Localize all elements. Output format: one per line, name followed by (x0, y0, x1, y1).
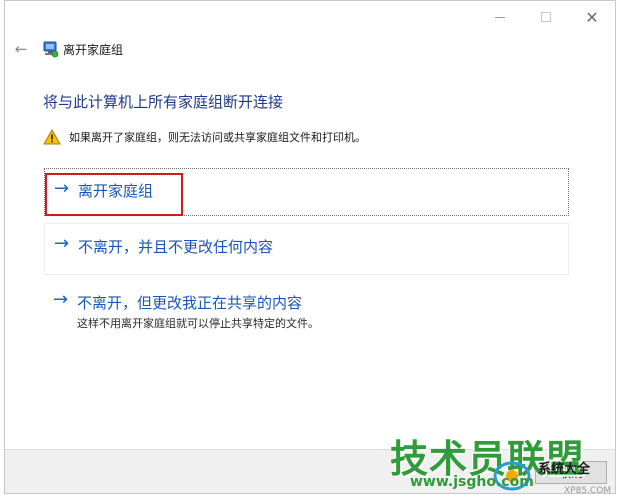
maximize-icon (541, 12, 551, 22)
close-button[interactable]: ✕ (569, 1, 615, 33)
change-sharing-link[interactable]: → 不离开，但更改我正在共享的内容 这样不用离开家庭组就可以停止共享特定的文件。 (44, 283, 569, 333)
homegroup-icon (43, 41, 59, 58)
maximize-button[interactable] (523, 1, 569, 33)
command-label: 不离开，但更改我正在共享的内容 (77, 294, 303, 312)
header: ← 离开家庭组 (5, 37, 615, 61)
back-arrow-icon: ← (14, 40, 28, 58)
page-title: 将与此计算机上所有家庭组断开连接 (43, 93, 284, 111)
footer-bar: 取消 (5, 449, 615, 493)
command-label: 不离开，并且不更改任何内容 (78, 238, 274, 256)
minimize-button[interactable] (477, 1, 523, 33)
command-description: 这样不用离开家庭组就可以停止共享特定的文件。 (77, 317, 319, 330)
arrow-right-icon: → (53, 289, 69, 310)
dont-leave-no-change-link[interactable]: → 不离开，并且不更改任何内容 (44, 223, 569, 275)
warning-icon (43, 129, 61, 145)
caption-buttons: ✕ (477, 1, 615, 33)
warning-message: 如果离开了家庭组，则无法访问或共享家庭组文件和打印机。 (43, 128, 366, 146)
window-title: 离开家庭组 (63, 43, 124, 57)
leave-homegroup-window: ✕ ← 离开家庭组 将与此计算机上所有家庭组断开连接 如果离开了家庭组，则无法访… (4, 0, 616, 494)
minimize-icon (495, 16, 505, 18)
arrow-right-icon: → (54, 233, 70, 254)
warning-text: 如果离开了家庭组，则无法访问或共享家庭组文件和打印机。 (69, 131, 366, 144)
red-highlight-annotation (45, 173, 183, 216)
back-button[interactable]: ← (11, 39, 31, 59)
cancel-button[interactable]: 取消 (535, 461, 607, 484)
close-icon: ✕ (585, 7, 599, 27)
